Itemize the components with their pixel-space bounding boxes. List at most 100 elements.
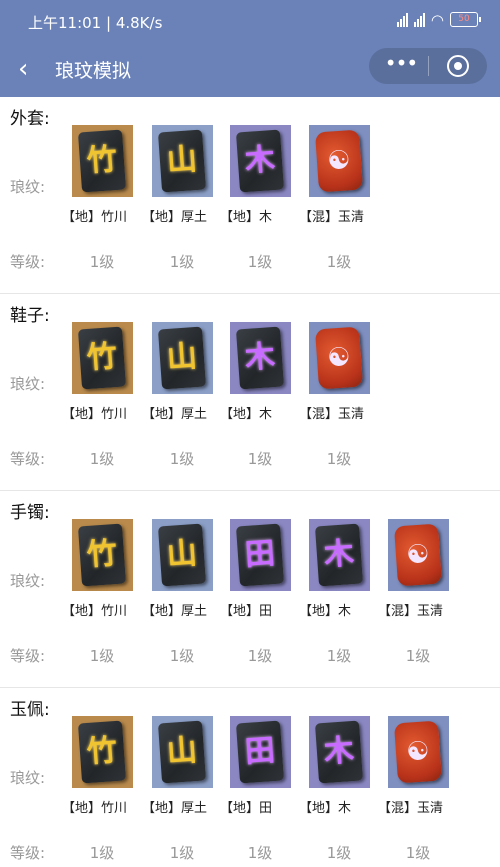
rune-stone: 田	[235, 523, 285, 587]
rune-glyph: 木	[243, 338, 277, 377]
rune-stone: 竹	[77, 129, 127, 193]
rune-item[interactable]: 木【地】木 1级	[220, 322, 306, 472]
gold-glyph-earth-icon[interactable]: 山	[152, 322, 213, 394]
rune-name: 【混】玉清	[378, 801, 444, 816]
back-icon[interactable]: ‹	[18, 56, 44, 83]
red-glyph-yuqing-icon[interactable]: ☯	[309, 322, 370, 394]
rune-stone: ☯	[314, 326, 364, 390]
rune-glyph: 竹	[85, 732, 119, 771]
rune-name: 【地】厚土	[142, 604, 208, 619]
rune-item[interactable]: 田【地】田 1级	[220, 519, 306, 669]
rune-item[interactable]: 木【地】木 1级	[299, 519, 385, 669]
purple-glyph-wood-icon[interactable]: 木	[309, 519, 370, 591]
rune-label: 琅纹:	[10, 769, 46, 787]
wifi-icon: ◠	[430, 10, 444, 29]
rune-level[interactable]: 1级	[82, 842, 122, 863]
purple-glyph-wood-icon[interactable]: 木	[230, 322, 291, 394]
rune-section: 玉佩: 琅纹: 等级: 竹【地】竹川 1级山【地】厚土 1级田【地】田 1级木【地】木 1级 ☯…	[0, 688, 500, 867]
rune-stone: ☯	[393, 523, 443, 587]
rune-item[interactable]: 竹【地】竹川 1级	[62, 716, 148, 866]
red-glyph-yuqing-icon[interactable]: ☯	[309, 125, 370, 197]
rune-item[interactable]: 山【地】厚土 1级	[142, 519, 228, 669]
rune-level[interactable]: 1级	[398, 645, 438, 666]
purple-glyph-field-icon[interactable]: 田	[230, 716, 291, 788]
rune-item[interactable]: 木【地】木 1级	[299, 716, 385, 866]
rune-level[interactable]: 1级	[319, 842, 359, 863]
rune-name: 【混】玉清	[378, 604, 444, 619]
rune-level[interactable]: 1级	[319, 448, 359, 469]
rune-stone: 山	[157, 129, 207, 193]
rune-level[interactable]: 1级	[240, 251, 280, 272]
rune-name: 【地】竹川	[62, 604, 128, 619]
gold-glyph-bamboo-icon[interactable]: 竹	[72, 125, 133, 197]
rune-glyph: 竹	[85, 535, 119, 574]
rune-level[interactable]: 1级	[162, 645, 202, 666]
rune-item[interactable]: 木【地】木 1级	[220, 125, 306, 275]
level-label: 等级:	[10, 844, 46, 862]
rune-name: 【地】木	[220, 407, 273, 422]
gold-glyph-bamboo-icon[interactable]: 竹	[72, 716, 133, 788]
rune-item[interactable]: 竹【地】竹川 1级	[62, 125, 148, 275]
rune-level[interactable]: 1级	[82, 251, 122, 272]
rune-stone: 木	[235, 326, 285, 390]
rune-stone: 山	[157, 523, 207, 587]
red-glyph-yuqing-icon[interactable]: ☯	[388, 716, 449, 788]
red-glyph-yuqing-icon[interactable]: ☯	[388, 519, 449, 591]
rune-level[interactable]: 1级	[162, 842, 202, 863]
rune-item[interactable]: ☯ 【混】玉清 1级	[299, 322, 385, 472]
more-icon[interactable]: •••	[383, 52, 419, 80]
rune-level[interactable]: 1级	[82, 645, 122, 666]
page-title: 琅玟模拟	[55, 60, 132, 82]
rune-level[interactable]: 1级	[162, 448, 202, 469]
gold-glyph-earth-icon[interactable]: 山	[152, 125, 213, 197]
rune-item[interactable]: 山【地】厚土 1级	[142, 716, 228, 866]
rune-level[interactable]: 1级	[162, 251, 202, 272]
rune-level[interactable]: 1级	[319, 251, 359, 272]
rune-stone: 竹	[77, 523, 127, 587]
rune-label: 琅纹:	[10, 375, 46, 393]
rune-glyph: 田	[243, 535, 277, 574]
rune-glyph: 木	[322, 732, 356, 771]
rune-item[interactable]: ☯ 【混】玉清 1级	[299, 125, 385, 275]
gold-glyph-earth-icon[interactable]: 山	[152, 716, 213, 788]
rune-name: 【地】木	[299, 604, 352, 619]
gold-glyph-bamboo-icon[interactable]: 竹	[72, 519, 133, 591]
rune-name: 【混】玉清	[299, 407, 365, 422]
battery-icon: 50	[450, 12, 481, 27]
rune-item[interactable]: 田【地】田 1级	[220, 716, 306, 866]
rune-item[interactable]: 山【地】厚土 1级	[142, 125, 228, 275]
level-label: 等级:	[10, 450, 46, 468]
rune-item[interactable]: ☯ 【混】玉清 1级	[378, 519, 464, 669]
rune-stone: 木	[235, 129, 285, 193]
purple-glyph-field-icon[interactable]: 田	[230, 519, 291, 591]
rune-item[interactable]: 山【地】厚土 1级	[142, 322, 228, 472]
gold-glyph-earth-icon[interactable]: 山	[152, 519, 213, 591]
rune-level[interactable]: 1级	[240, 842, 280, 863]
rune-level[interactable]: 1级	[398, 842, 438, 863]
rune-stone: 木	[314, 523, 364, 587]
rune-item[interactable]: 竹【地】竹川 1级	[62, 322, 148, 472]
rune-stone: 山	[157, 326, 207, 390]
rune-label: 琅纹:	[10, 572, 46, 590]
gold-glyph-bamboo-icon[interactable]: 竹	[72, 322, 133, 394]
rune-item[interactable]: 竹【地】竹川 1级	[62, 519, 148, 669]
level-label: 等级:	[10, 253, 46, 271]
section-title: 手镯:	[10, 503, 50, 523]
purple-glyph-wood-icon[interactable]: 木	[230, 125, 291, 197]
rune-glyph: 木	[322, 535, 356, 574]
rune-glyph: ☯	[326, 145, 352, 177]
rune-level[interactable]: 1级	[82, 448, 122, 469]
rune-glyph: 山	[165, 338, 199, 377]
rune-name: 【地】厚土	[142, 210, 208, 225]
rune-level[interactable]: 1级	[319, 645, 359, 666]
rune-glyph: 山	[165, 732, 199, 771]
rune-name: 【地】厚土	[142, 801, 208, 816]
rune-glyph: 木	[243, 141, 277, 180]
purple-glyph-wood-icon[interactable]: 木	[309, 716, 370, 788]
rune-level[interactable]: 1级	[240, 645, 280, 666]
rune-stone: 竹	[77, 326, 127, 390]
rune-section: 外套: 琅纹: 等级: 竹【地】竹川 1级 山【地】厚土 1级 木【地】木 1级 ☯ 【混】玉清 1级	[0, 97, 500, 294]
rune-item[interactable]: ☯ 【混】玉清 1级	[378, 716, 464, 866]
close-icon[interactable]	[447, 55, 469, 77]
rune-level[interactable]: 1级	[240, 448, 280, 469]
